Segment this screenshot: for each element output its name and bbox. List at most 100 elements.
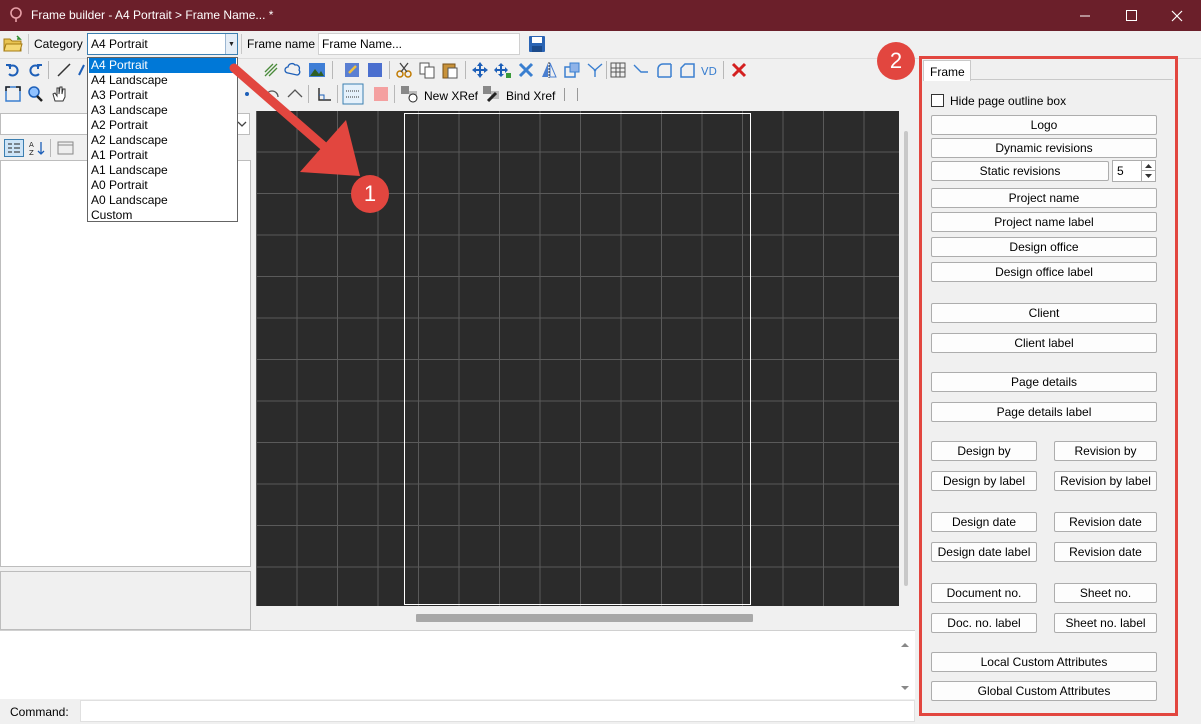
- category-row: Category A4 Portrait ▼ Frame name Frame …: [0, 31, 1201, 59]
- dropdown-option[interactable]: A4 Landscape: [89, 73, 236, 88]
- sort-alphabetical-icon[interactable]: AZ: [28, 139, 46, 157]
- project-name-button[interactable]: Project name: [931, 188, 1157, 208]
- dropdown-option[interactable]: A3 Landscape: [89, 103, 236, 118]
- separator: [28, 34, 29, 54]
- dropdown-option[interactable]: A2 Portrait: [89, 118, 236, 133]
- toolbar-grip: [564, 88, 578, 101]
- category-label: Category: [34, 37, 83, 51]
- design-office-button[interactable]: Design office: [931, 237, 1157, 257]
- redo-icon[interactable]: [26, 61, 44, 79]
- property-pages-icon[interactable]: [57, 140, 75, 156]
- dropdown-option[interactable]: A2 Landscape: [89, 133, 236, 148]
- copy-move-icon[interactable]: [494, 61, 512, 79]
- copy-icon[interactable]: [418, 61, 436, 79]
- frame-name-input[interactable]: Frame Name...: [318, 33, 520, 55]
- horizontal-scroll-thumb[interactable]: [416, 614, 753, 622]
- bind-xref-button[interactable]: Bind Xref: [506, 89, 555, 103]
- scale-icon[interactable]: [563, 61, 581, 79]
- page-details-label-button[interactable]: Page details label: [931, 402, 1157, 422]
- design-by-button[interactable]: Design by: [931, 441, 1037, 461]
- static-revisions-stepper[interactable]: 5: [1112, 160, 1156, 182]
- extend-icon[interactable]: [632, 61, 650, 79]
- trim-icon[interactable]: [586, 61, 604, 79]
- document-no-button[interactable]: Document no.: [931, 583, 1037, 603]
- close-icon: [1171, 10, 1183, 21]
- separator: [389, 61, 390, 79]
- static-revisions-button[interactable]: Static revisions: [931, 161, 1109, 181]
- app-logo-icon: [10, 7, 22, 22]
- local-custom-attributes-button[interactable]: Local Custom Attributes: [931, 652, 1157, 672]
- hide-outline-label: Hide page outline box: [950, 94, 1067, 108]
- design-date-label-button[interactable]: Design date label: [931, 542, 1037, 562]
- frame-name-value: Frame Name...: [322, 37, 403, 51]
- separator: [606, 61, 607, 79]
- mirror-icon[interactable]: [540, 61, 558, 79]
- sheet-no-label-button[interactable]: Sheet no. label: [1054, 613, 1157, 633]
- categorized-view-icon[interactable]: [4, 139, 24, 157]
- move-icon[interactable]: [471, 61, 489, 79]
- title-bar: Frame builder - A4 Portrait > Frame Name…: [0, 0, 1201, 31]
- revision-by-label-button[interactable]: Revision by label: [1054, 471, 1157, 491]
- zoom-icon[interactable]: [26, 85, 44, 103]
- chamfer-icon[interactable]: [678, 61, 696, 79]
- vd-icon[interactable]: VD: [700, 61, 718, 79]
- dropdown-option[interactable]: A4 Portrait: [89, 58, 236, 73]
- open-folder-icon[interactable]: [3, 35, 23, 53]
- global-custom-attributes-button[interactable]: Global Custom Attributes: [931, 681, 1157, 701]
- client-button[interactable]: Client: [931, 303, 1157, 323]
- maximize-button[interactable]: [1108, 0, 1154, 31]
- category-select-value: A4 Portrait: [91, 37, 148, 51]
- separator: [50, 139, 51, 157]
- line-tool-icon[interactable]: [55, 61, 73, 79]
- chevron-up-icon[interactable]: [900, 641, 910, 649]
- revision-date-button[interactable]: Revision date: [1054, 512, 1157, 532]
- page-details-button[interactable]: Page details: [931, 372, 1157, 392]
- vertical-scrollbar[interactable]: [899, 111, 913, 606]
- design-date-button[interactable]: Design date: [931, 512, 1037, 532]
- minimize-icon: [1079, 15, 1090, 17]
- client-label-button[interactable]: Client label: [931, 333, 1157, 353]
- table-icon[interactable]: [609, 61, 627, 79]
- chevron-down-icon[interactable]: ▼: [225, 34, 237, 54]
- save-icon[interactable]: [528, 35, 546, 53]
- rotate-icon[interactable]: [517, 61, 535, 79]
- dropdown-option[interactable]: A0 Landscape: [89, 193, 236, 208]
- horizontal-scrollbar[interactable]: [256, 610, 899, 624]
- dropdown-option[interactable]: A3 Portrait: [89, 88, 236, 103]
- dropdown-option[interactable]: A1 Landscape: [89, 163, 236, 178]
- close-button[interactable]: [1154, 0, 1200, 31]
- dropdown-option[interactable]: A0 Portrait: [89, 178, 236, 193]
- sheet-no-button[interactable]: Sheet no.: [1054, 583, 1157, 603]
- stepper-up[interactable]: [1141, 161, 1155, 171]
- command-input[interactable]: [80, 700, 915, 722]
- static-revisions-count: 5: [1117, 164, 1124, 178]
- dynamic-revisions-button[interactable]: Dynamic revisions: [931, 138, 1157, 158]
- project-name-label-button[interactable]: Project name label: [931, 212, 1157, 232]
- stepper-down[interactable]: [1141, 171, 1155, 181]
- revision-date-label-button[interactable]: Revision date: [1054, 542, 1157, 562]
- vertical-scroll-thumb[interactable]: [904, 131, 908, 586]
- pan-hand-icon[interactable]: [50, 85, 68, 103]
- hide-outline-checkbox[interactable]: [931, 94, 944, 107]
- new-xref-button[interactable]: New XRef: [424, 89, 478, 103]
- design-office-label-button[interactable]: Design office label: [931, 262, 1157, 282]
- bind-xref-icon: [483, 86, 499, 103]
- logo-button[interactable]: Logo: [931, 115, 1157, 135]
- fillet-icon[interactable]: [655, 61, 673, 79]
- zoom-extents-icon[interactable]: [4, 85, 22, 103]
- tab-frame[interactable]: Frame: [923, 60, 971, 81]
- property-description: [0, 571, 251, 630]
- category-select[interactable]: A4 Portrait ▼: [87, 33, 238, 55]
- doc-no-label-button[interactable]: Doc. no. label: [931, 613, 1037, 633]
- design-by-label-button[interactable]: Design by label: [931, 471, 1037, 491]
- dropdown-option[interactable]: A1 Portrait: [89, 148, 236, 163]
- paste-icon[interactable]: [441, 61, 459, 79]
- cut-icon[interactable]: [395, 61, 413, 79]
- minimize-button[interactable]: [1062, 0, 1108, 31]
- chevron-down-icon[interactable]: [900, 684, 910, 692]
- category-dropdown-list: A4 Portrait A4 Landscape A3 Portrait A3 …: [87, 57, 238, 222]
- dropdown-option[interactable]: Custom: [89, 208, 236, 223]
- delete-icon[interactable]: [730, 61, 748, 79]
- revision-by-button[interactable]: Revision by: [1054, 441, 1157, 461]
- undo-icon[interactable]: [4, 61, 22, 79]
